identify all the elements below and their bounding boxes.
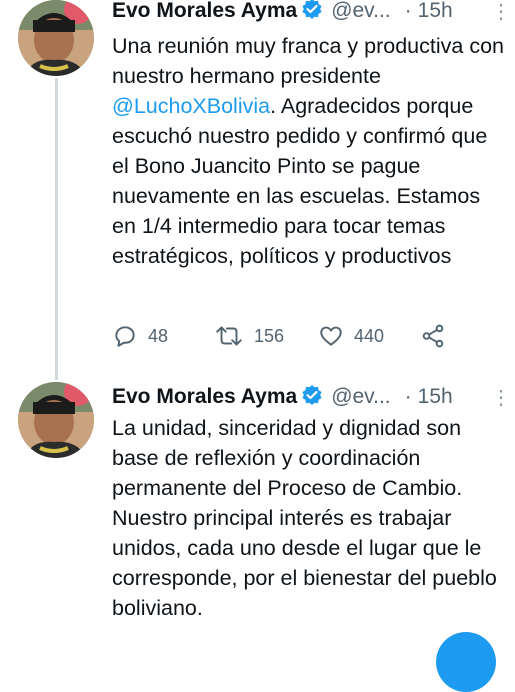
mention-link[interactable]: @LuchoXBolivia bbox=[112, 94, 270, 118]
retweet-icon bbox=[214, 323, 244, 349]
reply-icon bbox=[112, 323, 138, 349]
tweet-text-part: . Agradecidos porque escuchó nuestro ped… bbox=[112, 94, 488, 268]
tweet-text: La unidad, sinceridad y dignidad son bas… bbox=[112, 416, 497, 620]
reply-button[interactable]: 48 bbox=[112, 321, 168, 351]
tweet-time[interactable]: 15h bbox=[418, 0, 453, 22]
tweet-text: Una reunión muy franca y productiva con … bbox=[112, 31, 507, 271]
retweet-count: 156 bbox=[254, 325, 285, 346]
like-icon bbox=[318, 323, 344, 349]
retweet-button[interactable]: 156 bbox=[214, 321, 284, 351]
tweet-header: Evo Morales Ayma @ev... · 15h bbox=[112, 380, 453, 414]
compose-button[interactable] bbox=[436, 632, 496, 692]
tweet-2[interactable]: Evo Morales Ayma @ev... · 15h ⋮ La unidad, … bbox=[0, 380, 515, 640]
author-handle[interactable]: @ev... bbox=[331, 385, 390, 408]
more-icon[interactable]: ⋮ bbox=[491, 0, 511, 24]
avatar[interactable] bbox=[18, 0, 94, 76]
more-icon[interactable]: ⋮ bbox=[491, 386, 511, 410]
verified-badge-icon bbox=[301, 0, 323, 31]
author-name[interactable]: Evo Morales Ayma bbox=[112, 0, 297, 22]
verified-badge-icon bbox=[301, 383, 323, 417]
author-handle[interactable]: @ev... bbox=[331, 0, 390, 22]
like-button[interactable]: 440 bbox=[318, 321, 384, 351]
separator-dot: · bbox=[404, 385, 412, 408]
separator-dot: · bbox=[404, 0, 412, 22]
reply-count: 48 bbox=[148, 325, 169, 346]
tweet-time[interactable]: 15h bbox=[418, 385, 453, 408]
tweet-text-part: Una reunión muy franca y productiva con … bbox=[112, 34, 504, 88]
like-count: 440 bbox=[354, 325, 385, 346]
share-icon bbox=[420, 323, 446, 349]
tweet-header: Evo Morales Ayma @ev... · 15h bbox=[112, 0, 453, 28]
author-name[interactable]: Evo Morales Ayma bbox=[112, 385, 297, 408]
tweet-1[interactable]: Evo Morales Ayma @ev... · 15h ⋮ Una reunión… bbox=[0, 0, 515, 380]
avatar[interactable] bbox=[18, 382, 94, 458]
share-button[interactable] bbox=[420, 321, 446, 351]
